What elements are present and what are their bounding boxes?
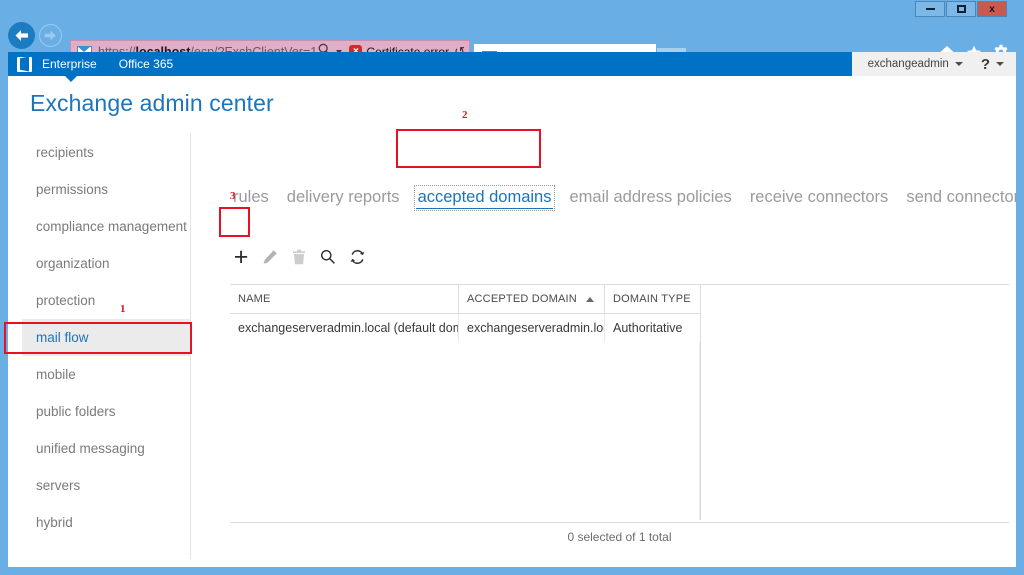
chevron-down-icon[interactable] — [996, 62, 1004, 66]
sidebar-item-label: mail flow — [36, 330, 89, 345]
page-title: Exchange admin center — [30, 90, 274, 116]
sidebar-item-label: organization — [36, 256, 110, 271]
maximize-icon — [956, 5, 966, 13]
back-button[interactable] — [8, 22, 35, 49]
sidebar-item-label: unified messaging — [36, 441, 145, 456]
annotation-number-1: 1 — [120, 303, 126, 315]
sidebar-item-mail-flow[interactable]: mail flow — [22, 319, 190, 356]
detail-pane — [701, 285, 1009, 520]
list-empty-area — [230, 342, 700, 520]
domains-list: NAME ACCEPTED DOMAIN DOMAIN TYPE exchang… — [230, 284, 1009, 520]
sidebar-item-unified-messaging[interactable]: unified messaging — [22, 430, 190, 467]
browser-nav-bar: https://localhost/ecp/?ExchClientVer=15 … — [0, 18, 1024, 70]
suite-link-office365[interactable]: Office 365 — [119, 57, 173, 71]
sidebar-item-label: mobile — [36, 367, 76, 382]
back-arrow-icon — [15, 30, 28, 41]
minimize-icon — [925, 8, 935, 10]
cell-accepted-domain: exchangeserveradmin.local — [459, 314, 605, 342]
cell-domain-type: Authoritative — [613, 321, 683, 335]
magnifier-search-icon[interactable] — [315, 244, 341, 270]
sidebar-item-label: recipients — [36, 145, 94, 160]
tab-delivery-reports[interactable]: delivery reports — [285, 187, 402, 208]
tab-bar: rules delivery reports accepted domains … — [231, 185, 1016, 211]
pencil-edit-icon[interactable] — [257, 244, 283, 270]
page-viewport: Enterprise Office 365 exchangeadmin ? Ex… — [8, 52, 1016, 567]
office365-suite-bar: Enterprise Office 365 exchangeadmin ? — [8, 52, 1016, 82]
tab-receive-connectors[interactable]: receive connectors — [748, 187, 891, 208]
tab-send-connectors[interactable]: send connectors — [904, 187, 1016, 208]
sort-ascending-icon — [586, 296, 594, 302]
sidebar-item-compliance-management[interactable]: compliance management — [22, 208, 190, 245]
cell-name: exchangeserveradmin.local (default domai… — [230, 314, 459, 342]
sidebar-item-recipients[interactable]: recipients — [22, 134, 190, 171]
forward-button[interactable] — [39, 24, 62, 47]
annotation-number-3: 3 — [230, 190, 236, 202]
sidebar-item-organization[interactable]: organization — [22, 245, 190, 282]
sidebar-item-servers[interactable]: servers — [22, 467, 190, 504]
sidebar-item-mobile[interactable]: mobile — [22, 356, 190, 393]
column-header-domain-type[interactable]: DOMAIN TYPE — [605, 285, 700, 314]
title-bar: x — [0, 0, 1024, 18]
sidebar-item-permissions[interactable]: permissions — [22, 171, 190, 208]
sidebar-item-label: protection — [36, 293, 96, 308]
user-menu-label[interactable]: exchangeadmin — [868, 58, 949, 70]
refresh-icon[interactable] — [344, 244, 370, 270]
new-add-icon[interactable]: + — [228, 244, 254, 270]
tab-rules[interactable]: rules — [231, 187, 271, 208]
browser-window: x https://localhost/ecp/?ExchClientVer=1… — [0, 0, 1024, 575]
sidebar-item-label: permissions — [36, 182, 109, 197]
suite-link-enterprise[interactable]: Enterprise — [42, 57, 97, 71]
sidebar-item-label: servers — [36, 478, 81, 493]
trash-delete-icon — [286, 244, 312, 270]
column-header-label: ACCEPTED DOMAIN — [467, 293, 577, 305]
list-status-bar: 0 selected of 1 total — [230, 522, 1009, 550]
sidebar-divider — [190, 134, 191, 559]
list-toolbar: + — [228, 244, 370, 270]
forward-arrow-icon — [44, 30, 56, 41]
column-header-accepted-domain[interactable]: ACCEPTED DOMAIN — [459, 284, 605, 314]
chevron-down-icon[interactable] — [954, 62, 963, 66]
sidebar-item-label: hybrid — [36, 515, 73, 530]
active-indicator-caret — [65, 76, 77, 82]
close-button[interactable]: x — [977, 1, 1007, 17]
minimize-button[interactable] — [915, 1, 945, 17]
sidebar-item-label: compliance management — [36, 219, 187, 234]
office-logo-icon — [17, 56, 32, 72]
annotation-number-2: 2 — [462, 109, 468, 121]
tab-email-address-policies[interactable]: email address policies — [567, 187, 733, 208]
selection-count-label: 0 selected of 1 total — [567, 529, 672, 544]
sidebar: recipients permissions compliance manage… — [22, 134, 190, 559]
sidebar-item-label: public folders — [36, 404, 116, 419]
suite-bar-right: exchangeadmin ? — [851, 52, 1016, 76]
maximize-button[interactable] — [946, 1, 976, 17]
sidebar-item-hybrid[interactable]: hybrid — [22, 504, 190, 541]
sidebar-item-public-folders[interactable]: public folders — [22, 393, 190, 430]
tab-accepted-domains[interactable]: accepted domains — [413, 185, 556, 211]
sidebar-item-protection[interactable]: protection — [22, 282, 190, 319]
content-pane: rules delivery reports accepted domains … — [204, 134, 1016, 559]
column-header-name[interactable]: NAME — [230, 284, 459, 314]
help-icon[interactable]: ? — [981, 56, 990, 73]
